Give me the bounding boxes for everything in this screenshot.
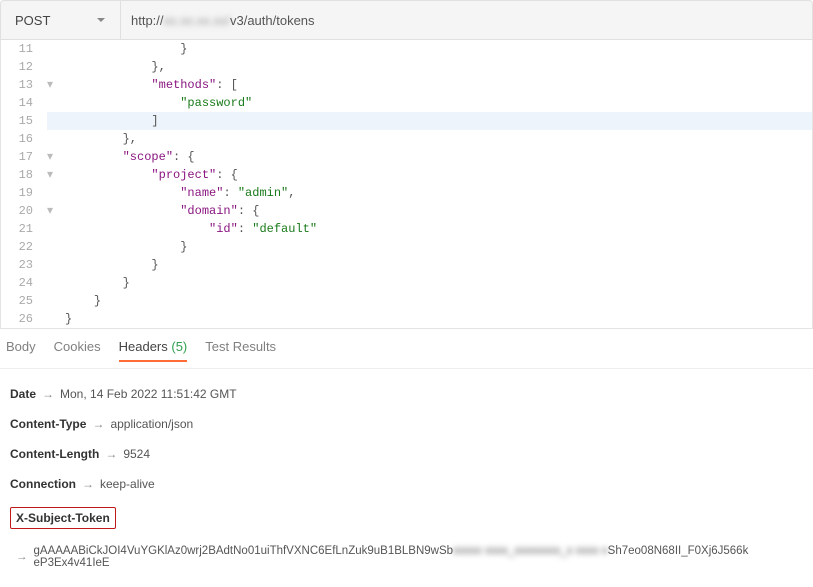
code-content: }, — [65, 130, 137, 148]
tab-headers[interactable]: Headers (5) — [119, 339, 188, 362]
response-tabs: Body Cookies Headers (5) Test Results — [0, 329, 813, 369]
code-content: "name": "admin", — [65, 184, 295, 202]
tab-cookies[interactable]: Cookies — [54, 339, 101, 362]
code-content: } — [65, 40, 187, 58]
token-part-1: gAAAAABiCkJOI4VuYGKlAz0wrj2BAdtNo01uiThf… — [34, 545, 454, 557]
tab-test-results[interactable]: Test Results — [205, 339, 276, 362]
url-suffix: v3/auth/tokens — [230, 13, 315, 28]
header-row: Content-Length → 9524 — [10, 447, 803, 461]
header-name: Content-Type — [10, 417, 86, 431]
code-content: } — [65, 310, 72, 328]
url-input[interactable]: http:// xx.xx.xx.xx/ v3/auth/tokens — [121, 1, 812, 39]
response-headers: Date → Mon, 14 Feb 2022 11:51:42 GMT Conten… — [0, 369, 813, 587]
code-line[interactable]: 13▾ "methods": [ — [1, 76, 812, 94]
code-content: "methods": [ — [65, 76, 238, 94]
request-bar: POST http:// xx.xx.xx.xx/ v3/auth/tokens — [0, 0, 813, 40]
code-content: "project": { — [65, 166, 238, 184]
fold-icon[interactable]: ▾ — [47, 148, 65, 166]
line-number: 11 — [1, 40, 47, 58]
line-number: 21 — [1, 220, 47, 238]
url-blurred: xx.xx.xx.xx/ — [164, 13, 230, 28]
arrow-icon: → — [105, 447, 117, 461]
line-number: 24 — [1, 274, 47, 292]
line-number: 16 — [1, 130, 47, 148]
code-content: } — [65, 238, 187, 256]
chevron-down-icon — [96, 15, 106, 25]
arrow-icon: → — [92, 417, 104, 431]
code-line[interactable]: 14 "password" — [1, 94, 812, 112]
code-content: "password" — [65, 94, 252, 112]
code-line[interactable]: 11 } — [1, 40, 812, 58]
header-name: X-Subject-Token — [16, 511, 110, 525]
request-body-editor[interactable]: 11 }12 },13▾ "methods": [14 "password"15… — [0, 40, 813, 329]
code-line[interactable]: 25 } — [1, 292, 812, 310]
arrow-icon: → — [82, 477, 94, 491]
x-subject-token-value: → gAAAAABiCkJOI4VuYGKlAz0wrj2BAdtNo01uiT… — [10, 545, 803, 569]
header-row: Content-Type → application/json — [10, 417, 803, 431]
line-number: 13 — [1, 76, 47, 94]
code-content: "scope": { — [65, 148, 195, 166]
code-line[interactable]: 16 }, — [1, 130, 812, 148]
code-line[interactable]: 22 } — [1, 238, 812, 256]
header-row: Connection → keep-alive — [10, 477, 803, 491]
code-content: "domain": { — [65, 202, 259, 220]
header-value: 9524 — [123, 447, 150, 461]
code-line[interactable]: 23 } — [1, 256, 812, 274]
header-row: Date → Mon, 14 Feb 2022 11:51:42 GMT — [10, 387, 803, 401]
code-content: } — [65, 256, 159, 274]
code-line[interactable]: 18▾ "project": { — [1, 166, 812, 184]
tab-count: (5) — [168, 339, 188, 354]
url-prefix: http:// — [131, 13, 164, 28]
line-number: 15 — [1, 112, 47, 130]
token-part-2: Sh7eo08N68II_F0Xj6J566k — [608, 545, 749, 557]
arrow-icon: → — [42, 387, 54, 401]
fold-icon[interactable]: ▾ — [47, 202, 65, 220]
token-blurred: xxxxx xxxx_xxxxxxxx_x xxxx x — [453, 545, 608, 557]
code-line[interactable]: 19 "name": "admin", — [1, 184, 812, 202]
header-value: Mon, 14 Feb 2022 11:51:42 GMT — [60, 387, 237, 401]
token-part-3: eP3Ex4v41IeE — [34, 557, 110, 569]
code-line[interactable]: 21 "id": "default" — [1, 220, 812, 238]
fold-icon[interactable]: ▾ — [47, 76, 65, 94]
header-name: Date — [10, 387, 36, 401]
method-label: POST — [15, 13, 50, 28]
line-number: 19 — [1, 184, 47, 202]
code-content: "id": "default" — [65, 220, 317, 238]
code-line[interactable]: 15 ] — [1, 112, 812, 130]
line-number: 22 — [1, 238, 47, 256]
code-line[interactable]: 20▾ "domain": { — [1, 202, 812, 220]
header-name: Connection — [10, 477, 76, 491]
line-number: 14 — [1, 94, 47, 112]
code-content: } — [65, 274, 130, 292]
arrow-icon: → — [16, 551, 28, 563]
line-number: 12 — [1, 58, 47, 76]
header-value: application/json — [110, 417, 193, 431]
line-number: 25 — [1, 292, 47, 310]
line-number: 23 — [1, 256, 47, 274]
header-name: Content-Length — [10, 447, 99, 461]
line-number: 18 — [1, 166, 47, 184]
code-line[interactable]: 24 } — [1, 274, 812, 292]
code-content: } — [65, 292, 101, 310]
x-subject-token-box: X-Subject-Token — [10, 507, 116, 529]
tab-body[interactable]: Body — [6, 339, 36, 362]
code-content: ] — [65, 112, 159, 130]
line-number: 26 — [1, 310, 47, 328]
code-line[interactable]: 12 }, — [1, 58, 812, 76]
line-number: 17 — [1, 148, 47, 166]
code-line[interactable]: 26} — [1, 310, 812, 328]
method-dropdown[interactable]: POST — [1, 1, 121, 39]
header-x-subject-token: X-Subject-Token — [10, 507, 803, 529]
code-content: }, — [65, 58, 166, 76]
fold-icon[interactable]: ▾ — [47, 166, 65, 184]
line-number: 20 — [1, 202, 47, 220]
header-value: keep-alive — [100, 477, 155, 491]
code-line[interactable]: 17▾ "scope": { — [1, 148, 812, 166]
